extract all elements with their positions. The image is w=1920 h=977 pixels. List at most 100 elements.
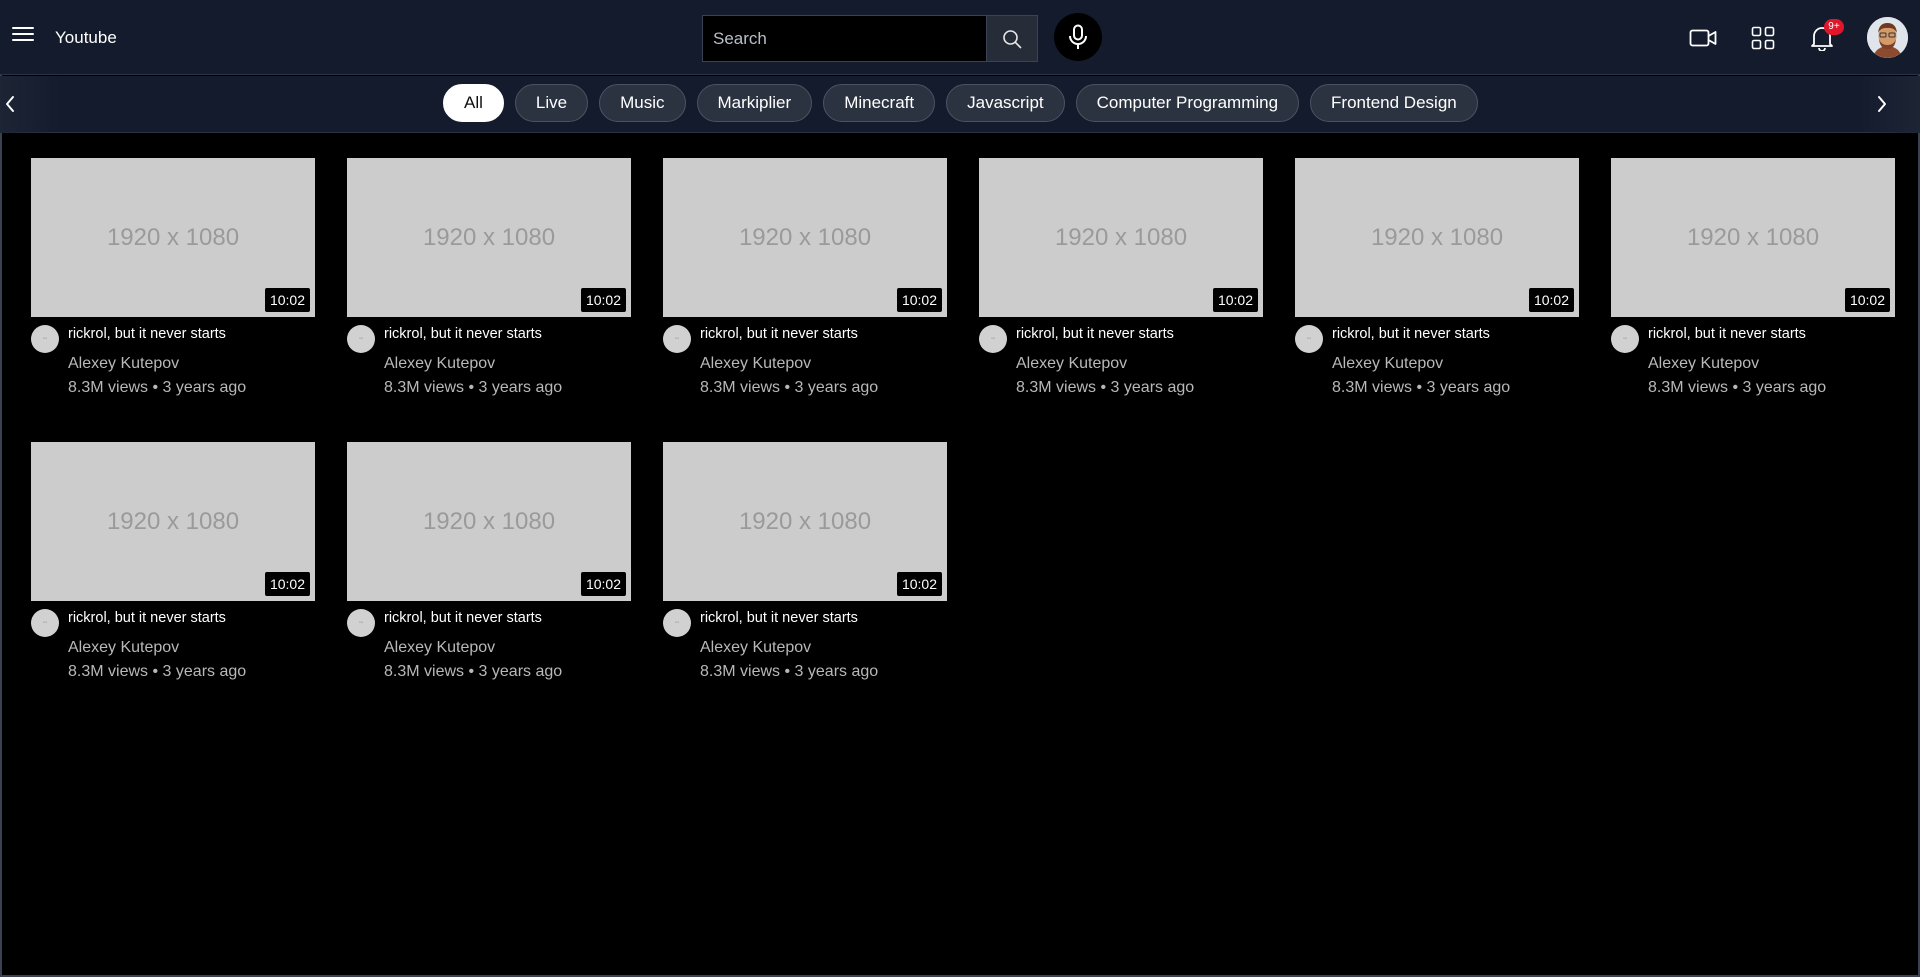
video-thumbnail[interactable]: 1920 x 1080 10:02 <box>1295 158 1579 317</box>
channel-name[interactable]: Alexey Kutepov <box>384 639 495 657</box>
video-thumbnail[interactable]: 1920 x 1080 10:02 <box>663 158 947 317</box>
video-meta: 8.3M views • 3 years ago <box>68 663 246 681</box>
avatar-placeholder-icon: ▪▪ <box>990 336 996 342</box>
thumbnail-placeholder-text: 1920 x 1080 <box>106 223 240 251</box>
chevron-right-icon <box>1878 96 1886 112</box>
video-meta: 8.3M views • 3 years ago <box>384 379 562 397</box>
meta-separator: • <box>784 379 791 396</box>
channel-name[interactable]: Alexey Kutepov <box>1016 355 1127 373</box>
chip-computer-programming[interactable]: Computer Programming <box>1075 84 1300 122</box>
brand-title[interactable]: Youtube <box>55 28 117 48</box>
chip-music[interactable]: Music <box>599 84 686 122</box>
video-meta: 8.3M views • 3 years ago <box>384 663 562 681</box>
avatar-placeholder-icon: ▪▪ <box>674 620 680 626</box>
video-duration: 10:02 <box>1528 288 1574 312</box>
view-count: 8.3M views <box>1016 379 1097 396</box>
chip-markiplier[interactable]: Markiplier <box>696 84 813 122</box>
video-title[interactable]: rickrol, but it never starts <box>700 326 858 342</box>
channel-avatar[interactable]: ▪▪ <box>347 609 375 637</box>
video-title[interactable]: rickrol, but it never starts <box>700 610 858 626</box>
video-meta: 8.3M views • 3 years ago <box>700 379 878 397</box>
channel-avatar[interactable]: ▪▪ <box>31 325 59 353</box>
meta-separator: • <box>1416 379 1423 396</box>
channel-avatar[interactable]: ▪▪ <box>663 609 691 637</box>
channel-avatar[interactable]: ▪▪ <box>1611 325 1639 353</box>
thumbnail-placeholder-text: 1920 x 1080 <box>1370 223 1504 251</box>
voice-search-button[interactable] <box>1054 13 1102 61</box>
thumbnail-placeholder-text: 1920 x 1080 <box>1054 223 1188 251</box>
notification-badge: 9+ <box>1824 19 1844 35</box>
chip-minecraft[interactable]: Minecraft <box>823 84 936 122</box>
thumbnail-placeholder-text: 1920 x 1080 <box>106 507 240 535</box>
channel-avatar[interactable]: ▪▪ <box>347 325 375 353</box>
user-avatar-icon <box>1867 17 1908 58</box>
avatar-placeholder-icon: ▪▪ <box>42 620 48 626</box>
chips-list: All Live Music Markiplier Minecraft Javascrip… <box>443 84 1478 122</box>
channel-name[interactable]: Alexey Kutepov <box>1648 355 1759 373</box>
video-thumbnail[interactable]: 1920 x 1080 10:02 <box>1611 158 1895 317</box>
video-title[interactable]: rickrol, but it never starts <box>384 610 542 626</box>
chip-all[interactable]: All <box>443 84 504 122</box>
video-thumbnail[interactable]: 1920 x 1080 10:02 <box>31 442 315 601</box>
view-count: 8.3M views <box>1648 379 1729 396</box>
menu-icon[interactable] <box>12 24 34 44</box>
video-thumbnail[interactable]: 1920 x 1080 10:02 <box>663 442 947 601</box>
thumbnail-placeholder-text: 1920 x 1080 <box>738 507 872 535</box>
video-duration: 10:02 <box>264 288 310 312</box>
top-header: Youtube Search 9+ <box>0 0 1920 75</box>
avatar-placeholder-icon: ▪▪ <box>358 620 364 626</box>
video-title[interactable]: rickrol, but it never starts <box>1648 326 1806 342</box>
video-title[interactable]: rickrol, but it never starts <box>68 326 226 342</box>
channel-name[interactable]: Alexey Kutepov <box>68 355 179 373</box>
video-meta: 8.3M views • 3 years ago <box>68 379 246 397</box>
video-duration: 10:02 <box>1212 288 1258 312</box>
upload-age: 3 years ago <box>794 379 879 396</box>
channel-avatar[interactable]: ▪▪ <box>31 609 59 637</box>
video-thumbnail[interactable]: 1920 x 1080 10:02 <box>347 158 631 317</box>
view-count: 8.3M views <box>384 379 465 396</box>
create-video-button[interactable] <box>1687 22 1719 54</box>
video-title[interactable]: rickrol, but it never starts <box>1332 326 1490 342</box>
video-meta: 8.3M views • 3 years ago <box>1648 379 1826 397</box>
view-count: 8.3M views <box>384 663 465 680</box>
video-duration: 10:02 <box>580 288 626 312</box>
upload-age: 3 years ago <box>162 663 247 680</box>
view-count: 8.3M views <box>68 663 149 680</box>
search-bar <box>702 15 1038 62</box>
chip-frontend-design[interactable]: Frontend Design <box>1310 84 1478 122</box>
search-button[interactable] <box>987 15 1038 62</box>
channel-name[interactable]: Alexey Kutepov <box>68 639 179 657</box>
video-thumbnail[interactable]: 1920 x 1080 10:02 <box>31 158 315 317</box>
video-thumbnail[interactable]: 1920 x 1080 10:02 <box>979 158 1263 317</box>
notifications-button[interactable]: 9+ <box>1806 19 1844 54</box>
avatar-placeholder-icon: ▪▪ <box>674 336 680 342</box>
chip-live[interactable]: Live <box>514 84 589 122</box>
channel-avatar[interactable]: ▪▪ <box>979 325 1007 353</box>
search-input[interactable] <box>702 15 988 62</box>
view-count: 8.3M views <box>700 379 781 396</box>
chip-javascript[interactable]: Javascript <box>946 84 1065 122</box>
chips-scroll-right-button[interactable] <box>1872 94 1892 114</box>
search-icon <box>1003 29 1022 48</box>
user-avatar[interactable] <box>1867 17 1908 58</box>
channel-avatar[interactable]: ▪▪ <box>663 325 691 353</box>
thumbnail-placeholder-text: 1920 x 1080 <box>422 223 556 251</box>
video-title[interactable]: rickrol, but it never starts <box>384 326 542 342</box>
channel-name[interactable]: Alexey Kutepov <box>700 355 811 373</box>
channel-name[interactable]: Alexey Kutepov <box>700 639 811 657</box>
upload-age: 3 years ago <box>478 663 563 680</box>
video-thumbnail[interactable]: 1920 x 1080 10:02 <box>347 442 631 601</box>
video-duration: 10:02 <box>580 572 626 596</box>
video-camera-icon <box>1689 29 1717 47</box>
category-chips-bar: All Live Music Markiplier Minecraft Javascrip… <box>0 76 1920 133</box>
mic-icon <box>1069 24 1087 49</box>
upload-age: 3 years ago <box>794 663 879 680</box>
video-title[interactable]: rickrol, but it never starts <box>1016 326 1174 342</box>
video-title[interactable]: rickrol, but it never starts <box>68 610 226 626</box>
chips-scroll-left-button[interactable] <box>0 94 20 114</box>
channel-name[interactable]: Alexey Kutepov <box>1332 355 1443 373</box>
video-meta: 8.3M views • 3 years ago <box>1016 379 1194 397</box>
apps-button[interactable] <box>1747 22 1779 54</box>
channel-avatar[interactable]: ▪▪ <box>1295 325 1323 353</box>
channel-name[interactable]: Alexey Kutepov <box>384 355 495 373</box>
